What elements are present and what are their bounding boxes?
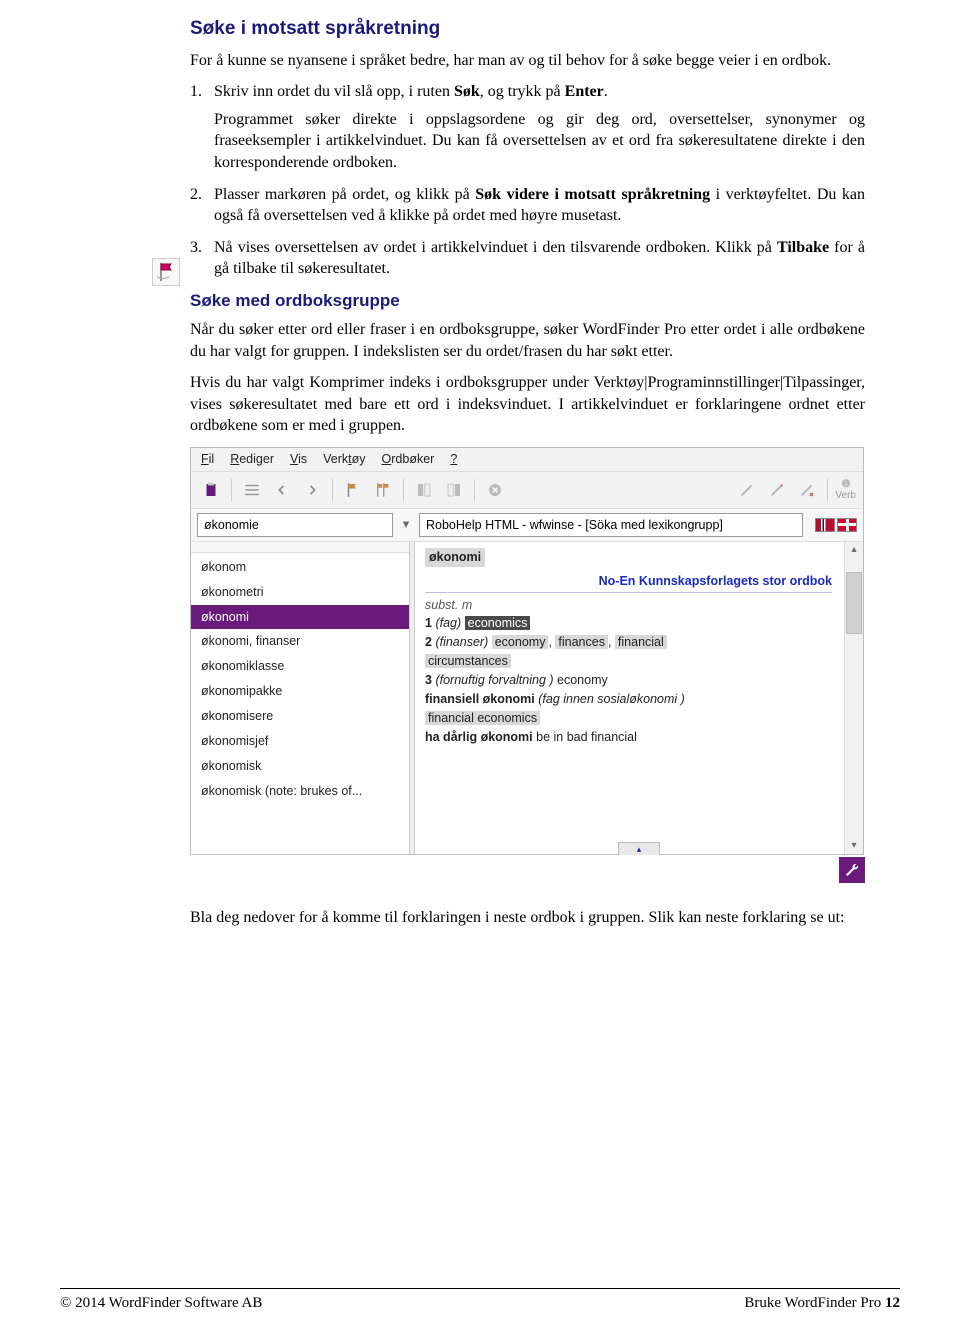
- menu-edit[interactable]: Rediger: [230, 451, 274, 468]
- verb-tool[interactable]: i Verb: [834, 476, 857, 504]
- sense-2b: circumstances: [425, 653, 836, 670]
- page-label: Bruke WordFinder Pro 12: [744, 1293, 900, 1313]
- paragraph: Når du søker etter ord eller fraser i en…: [190, 319, 865, 362]
- cancel-icon[interactable]: [481, 476, 509, 504]
- sense-1: 1 (fag) economics: [425, 615, 836, 632]
- forward-icon[interactable]: [298, 476, 326, 504]
- panes: økonom økonometri økonomi økonomi, finan…: [191, 542, 863, 854]
- edit-star-icon[interactable]: [763, 476, 791, 504]
- back-icon[interactable]: [268, 476, 296, 504]
- step-2: 2. Plasser markøren på ordet, og klikk p…: [190, 184, 865, 227]
- post-figure-paragraph: Bla deg nedover for å komme til forklari…: [190, 907, 865, 929]
- menu-view[interactable]: Vis: [290, 451, 307, 468]
- step-body: Nå vises oversettelsen av ordet i artikk…: [214, 237, 865, 280]
- index-list: økonom økonometri økonomi økonomi, finan…: [191, 553, 409, 854]
- article-body: økonomi No-En Kunnskapsforlagets stor or…: [415, 542, 844, 854]
- step-body: Plasser markøren på ordet, og klikk på S…: [214, 184, 865, 227]
- separator: [403, 479, 404, 501]
- separator: [827, 479, 828, 501]
- menubar: Fil Rediger Vis Verktøy Ordbøker ?: [191, 448, 863, 472]
- part-of-speech: subst. m: [425, 597, 836, 614]
- pencil-icon[interactable]: [733, 476, 761, 504]
- section-title-reverse-search: Søke i motsatt språkretning: [190, 16, 865, 42]
- dropdown-icon[interactable]: ▾: [399, 516, 413, 533]
- copyright: © 2014 WordFinder Software AB: [60, 1293, 262, 1313]
- list-view-icon[interactable]: [238, 476, 266, 504]
- phrase-1-trans: financial economics: [425, 710, 836, 727]
- paragraph: Hvis du har valgt Komprimer indeks i ord…: [190, 372, 865, 437]
- menu-tools[interactable]: Verktøy: [323, 451, 365, 468]
- headword: økonomi: [425, 548, 485, 567]
- menu-help[interactable]: ?: [450, 451, 457, 468]
- sense-2: 2 (finanser) economy, finances, financia…: [425, 634, 836, 651]
- step-body: Skriv inn ordet du vil slå opp, i ruten …: [214, 81, 865, 173]
- svg-text:i: i: [845, 481, 846, 487]
- scrollbar[interactable]: ▴ ▾: [844, 542, 863, 854]
- intro-paragraph: For å kunne se nyansene i språket bedre,…: [190, 50, 865, 72]
- expand-tab-icon[interactable]: ▴: [618, 842, 660, 855]
- list-item[interactable]: økonomisere: [191, 704, 409, 729]
- toolbar: i Verb: [191, 472, 863, 509]
- flag-no-icon[interactable]: [815, 518, 835, 532]
- sense-3: 3 (fornuftig forvaltning ) economy: [425, 672, 836, 689]
- reverse-search-flag-icon: [152, 258, 180, 286]
- step-1: 1. Skriv inn ordet du vil slå opp, i rut…: [190, 81, 865, 173]
- step-number: 1.: [190, 81, 214, 173]
- scroll-up-icon[interactable]: ▴: [846, 542, 862, 558]
- list-item[interactable]: økonomiklasse: [191, 654, 409, 679]
- settings-corner-icon[interactable]: [839, 857, 865, 883]
- list-item[interactable]: økonomisk (note: brukes of...: [191, 779, 409, 804]
- context-input[interactable]: [419, 513, 803, 537]
- flag-reverse-icon[interactable]: [339, 476, 367, 504]
- search-input[interactable]: [197, 513, 393, 537]
- list-item[interactable]: økonomipakke: [191, 679, 409, 704]
- language-flags: [815, 518, 857, 532]
- page-content: Søke i motsatt språkretning For å kunne …: [190, 0, 865, 928]
- index-pane: økonom økonometri økonomi økonomi, finan…: [191, 542, 410, 854]
- article-toggle-icon[interactable]: [440, 476, 468, 504]
- step-number: 3.: [190, 237, 214, 280]
- flag-en-icon[interactable]: [837, 518, 857, 532]
- menu-dictionaries[interactable]: Ordbøker: [382, 451, 435, 468]
- index-toggle-icon[interactable]: [410, 476, 438, 504]
- list-item[interactable]: økonomi, finanser: [191, 629, 409, 654]
- scroll-thumb[interactable]: [846, 572, 862, 634]
- article-pane: økonomi No-En Kunnskapsforlagets stor or…: [415, 542, 863, 854]
- app-screenshot: Fil Rediger Vis Verktøy Ordbøker ?: [190, 447, 865, 855]
- page-footer: © 2014 WordFinder Software AB Bruke Word…: [60, 1288, 900, 1313]
- section-title-dictionary-group: Søke med ordboksgruppe: [190, 290, 865, 313]
- list-item[interactable]: økonomisjef: [191, 729, 409, 754]
- search-row: ▾: [191, 509, 863, 542]
- menu-file[interactable]: Fil: [201, 451, 214, 468]
- list-item[interactable]: økonomi: [191, 605, 409, 630]
- wordfinder-window: Fil Rediger Vis Verktøy Ordbøker ?: [190, 447, 864, 855]
- list-item[interactable]: økonom: [191, 555, 409, 580]
- phrase-1: finansiell økonomi (fag innen sosialøkon…: [425, 691, 836, 708]
- double-flag-icon[interactable]: [369, 476, 397, 504]
- pencil-x-icon[interactable]: [793, 476, 821, 504]
- separator: [332, 479, 333, 501]
- scroll-down-icon[interactable]: ▾: [846, 838, 862, 854]
- list-item[interactable]: økonometri: [191, 580, 409, 605]
- paste-icon[interactable]: [197, 476, 225, 504]
- dictionary-title: No-En Kunnskapsforlagets stor ordbok: [425, 573, 832, 593]
- list-item[interactable]: økonomisk: [191, 754, 409, 779]
- phrase-2: ha dårlig økonomi be in bad financial: [425, 729, 836, 746]
- separator: [231, 479, 232, 501]
- step-number: 2.: [190, 184, 214, 227]
- separator: [474, 479, 475, 501]
- step-3: 3. Nå vises oversettelsen av ordet i art…: [190, 237, 865, 280]
